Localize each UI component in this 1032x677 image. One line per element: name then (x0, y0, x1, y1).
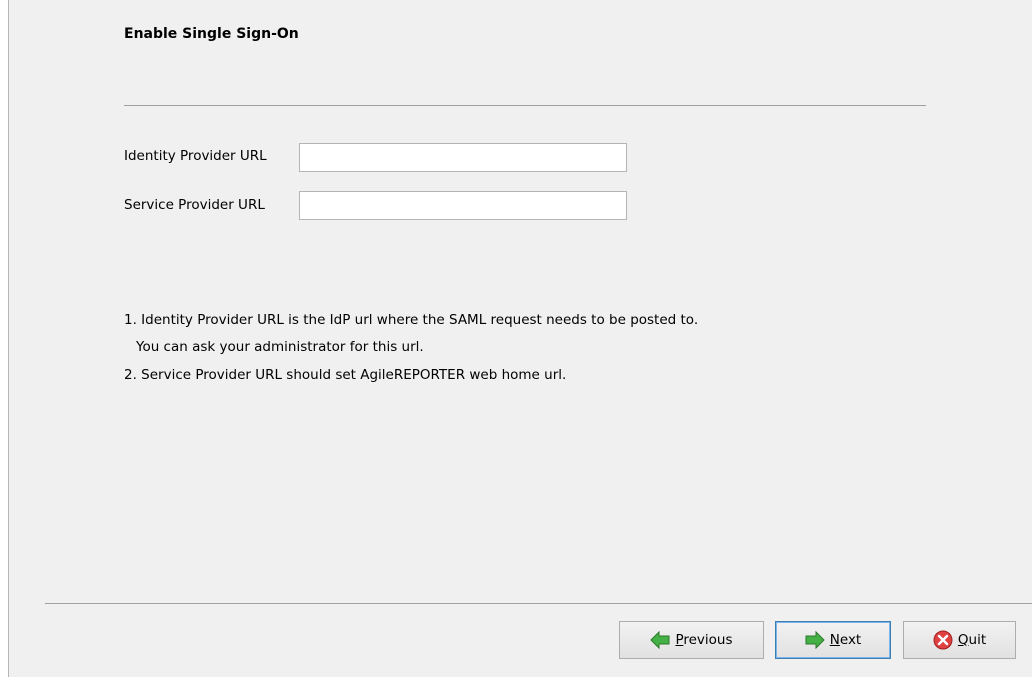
next-mnemonic: N (829, 632, 840, 648)
arrow-left-icon (650, 630, 670, 650)
quit-label: uit (968, 632, 987, 648)
previous-button[interactable]: Previous (619, 621, 764, 659)
sp-url-input[interactable] (299, 191, 627, 220)
sp-url-label: Service Provider URL (124, 197, 265, 213)
idp-url-label: Identity Provider URL (124, 148, 267, 164)
next-button[interactable]: Next (775, 621, 891, 659)
left-divider (8, 0, 9, 677)
idp-url-input[interactable] (299, 143, 627, 172)
footer-separator (45, 603, 1032, 604)
wizard-window: Enable Single Sign-On Identity Provider … (0, 0, 1032, 677)
note-line-3: 2. Service Provider URL should set Agile… (124, 367, 567, 383)
title-separator (124, 105, 926, 106)
note-line-2: You can ask your administrator for this … (136, 339, 424, 355)
quit-button[interactable]: Quit (903, 621, 1016, 659)
page-title: Enable Single Sign-On (124, 26, 299, 42)
arrow-right-icon (805, 630, 825, 650)
quit-mnemonic: Q (957, 632, 969, 648)
close-circle-icon (933, 630, 953, 650)
left-panel (0, 0, 8, 677)
note-line-1: 1. Identity Provider URL is the IdP url … (124, 312, 699, 328)
previous-label: revious (683, 632, 733, 648)
next-label: ext (839, 632, 862, 648)
